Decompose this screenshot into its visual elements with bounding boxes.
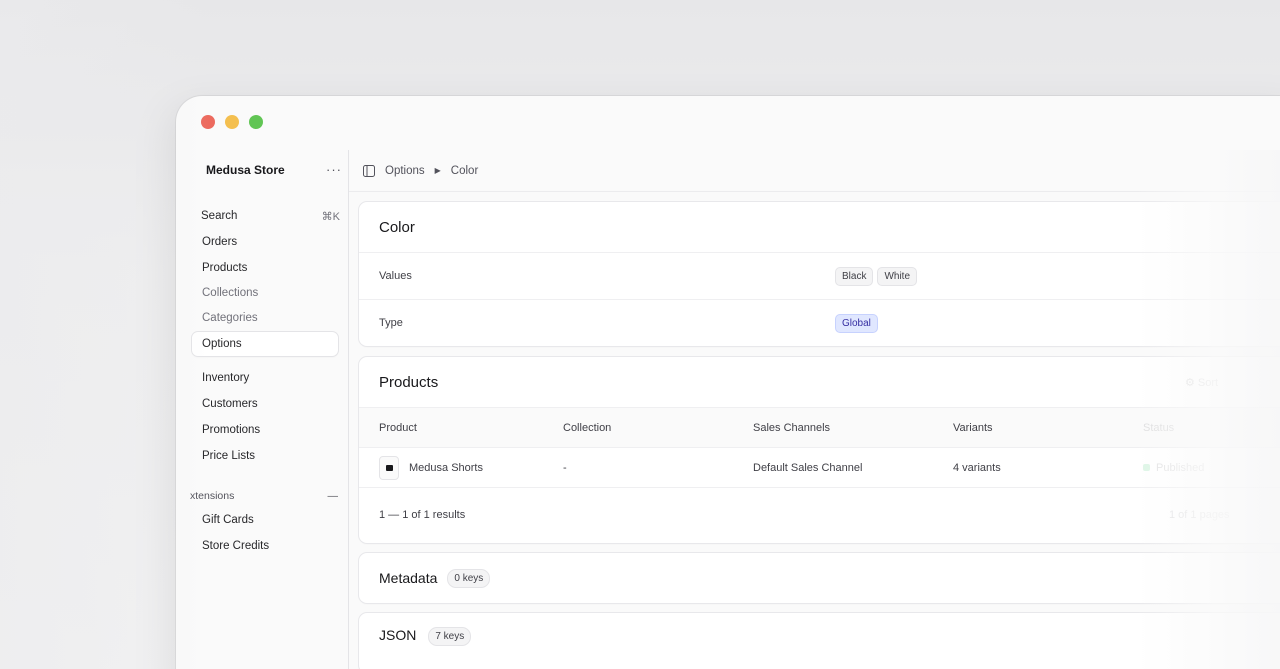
page-title: Color <box>379 218 415 236</box>
metadata-title: Metadata <box>379 570 438 586</box>
option-details-card: Color Values Black White Type Global <box>359 202 1280 346</box>
pagination-count: 1 — 1 of 1 results <box>379 508 466 521</box>
window-controls <box>201 115 263 129</box>
sidebar-item-promotions[interactable]: Promotions <box>192 418 348 442</box>
breadcrumb: Options ▶ Color <box>349 150 1280 192</box>
sidebar-item-price-lists[interactable]: Price Lists <box>192 444 348 468</box>
product-cell: Medusa Shorts <box>359 455 563 480</box>
breadcrumb-options[interactable]: Options <box>385 165 425 177</box>
sidebar-item-label: Collections <box>202 287 259 299</box>
type-label: Type <box>379 317 403 329</box>
sales-channels-cell: Default Sales Channel <box>753 461 863 474</box>
sidebar-item-label: Products <box>202 262 248 274</box>
main-content: Options ▶ Color Color Values Black White… <box>348 150 1280 669</box>
sidebar-item-search[interactable]: Search ⌘K <box>192 204 348 228</box>
store-header[interactable]: Medusa Store ··· <box>206 162 342 177</box>
sort-label: Sort <box>1197 376 1219 389</box>
metadata-badge: 0 keys <box>447 568 491 588</box>
app-window: Medusa Store ··· Search ⌘K Orders Produc… <box>176 96 1280 669</box>
close-window-button[interactable] <box>201 115 215 129</box>
sidebar-item-options[interactable]: Options <box>192 332 338 356</box>
status-dot-icon <box>1143 464 1150 471</box>
sort-button[interactable]: ⚙ Sort <box>1185 376 1218 389</box>
product-thumbnail <box>379 455 399 480</box>
sidebar: Medusa Store ··· Search ⌘K Orders Produc… <box>190 150 348 669</box>
sidebar-nav: Search ⌘K Orders Products Collections Ca… <box>192 204 348 470</box>
json-title: JSON <box>379 627 417 643</box>
column-header-collection[interactable]: Collection <box>563 422 753 434</box>
search-shortcut: ⌘K <box>321 210 340 223</box>
sidebar-item-label: Gift Cards <box>202 514 254 526</box>
value-chip: White <box>877 266 918 286</box>
extensions-section-header[interactable]: xtensions — <box>190 490 338 502</box>
products-card: Products ⚙ Sort Product Collection Sales… <box>359 357 1280 543</box>
sidebar-item-label: Categories <box>202 312 258 324</box>
sidebar-item-customers[interactable]: Customers <box>192 392 348 416</box>
sidebar-item-label: Orders <box>202 236 238 248</box>
value-chip: Black <box>835 266 874 286</box>
status-label: Published <box>1156 461 1205 474</box>
json-card[interactable]: JSON 7 keys <box>359 613 1280 669</box>
sidebar-toggle-icon[interactable] <box>363 164 375 177</box>
type-badge: Global <box>835 313 878 333</box>
values-label: Values <box>379 270 412 282</box>
sidebar-item-label: Options <box>202 338 242 350</box>
table-row[interactable]: Medusa Shorts - Default Sales Channel 4 … <box>359 447 1280 487</box>
collapse-icon[interactable]: — <box>328 490 339 502</box>
sidebar-item-label: Price Lists <box>202 450 256 462</box>
sidebar-item-gift-cards[interactable]: Gift Cards <box>192 508 348 532</box>
sidebar-item-orders[interactable]: Orders <box>192 230 348 254</box>
sidebar-item-label: Inventory <box>202 372 250 384</box>
column-header-variants[interactable]: Variants <box>953 422 1143 434</box>
sidebar-item-collections[interactable]: Collections <box>192 282 348 304</box>
sidebar-item-categories[interactable]: Categories <box>192 307 348 329</box>
sidebar-item-label: Customers <box>202 398 258 410</box>
product-name: Medusa Shorts <box>409 461 483 474</box>
extensions-label: xtensions <box>190 490 235 502</box>
column-header-status[interactable]: Status <box>1143 422 1174 434</box>
sidebar-item-label: Promotions <box>202 424 261 436</box>
column-header-sales-channels[interactable]: Sales Channels <box>753 422 953 434</box>
sidebar-item-label: Search <box>201 210 238 222</box>
store-name: Medusa Store <box>206 162 285 177</box>
chevron-right-icon: ▶ <box>434 166 441 175</box>
maximize-window-button[interactable] <box>249 115 263 129</box>
store-menu-icon[interactable]: ··· <box>326 162 342 177</box>
column-header-product[interactable]: Product <box>359 422 563 434</box>
sidebar-item-store-credits[interactable]: Store Credits <box>192 534 348 558</box>
json-badge: 7 keys <box>428 627 472 646</box>
metadata-card[interactable]: Metadata 0 keys <box>359 553 1280 603</box>
sidebar-item-products[interactable]: Products <box>192 256 348 280</box>
products-title: Products <box>379 373 439 391</box>
collection-cell: - <box>563 461 567 474</box>
variants-cell: 4 variants <box>953 461 1001 474</box>
breadcrumb-current: Color <box>450 164 479 177</box>
minimize-window-button[interactable] <box>225 115 239 129</box>
sidebar-item-inventory[interactable]: Inventory <box>192 366 348 390</box>
sidebar-item-label: Store Credits <box>202 540 270 552</box>
status-badge: Published <box>1143 462 1204 474</box>
pagination-pages: 1 of 1 pages <box>1169 508 1230 521</box>
